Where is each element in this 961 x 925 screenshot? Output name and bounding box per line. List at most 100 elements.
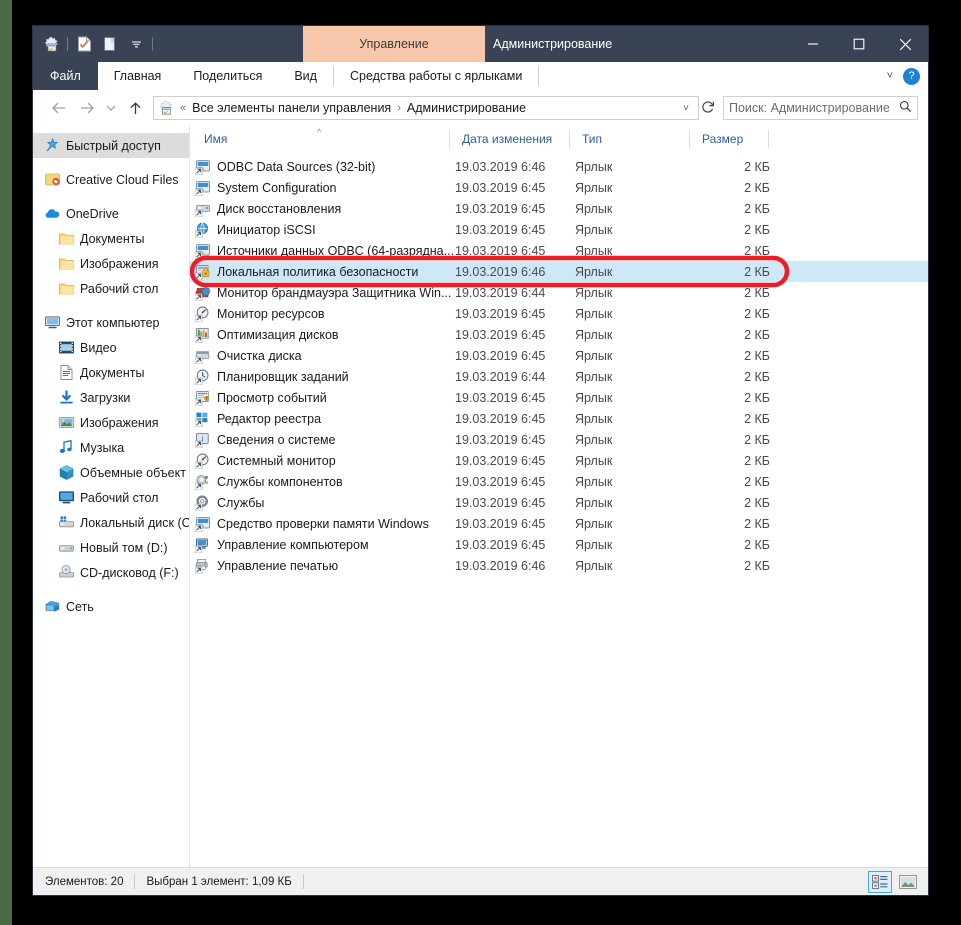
file-name-label: Управление компьютером (217, 538, 369, 552)
tab-file[interactable]: Файл (33, 62, 98, 90)
sidebar-item-10[interactable]: Изображения (33, 410, 189, 435)
breadcrumb-root-icon[interactable] (158, 100, 174, 116)
close-button[interactable] (882, 26, 928, 62)
help-icon[interactable]: ? (903, 68, 920, 85)
table-row[interactable]: Монитор брандмауэра Защитника Win...19.0… (190, 282, 928, 303)
sidebar-item-0[interactable]: Быстрый доступ (33, 133, 189, 158)
sidebar-item-8[interactable]: Документы (33, 360, 189, 385)
table-row[interactable]: iСведения о системе19.03.2019 6:45Ярлык2… (190, 429, 928, 450)
table-row[interactable]: Очистка диска19.03.2019 6:45Ярлык2 КБ (190, 345, 928, 366)
recent-locations-button[interactable] (101, 94, 121, 122)
sidebar-item-15[interactable]: Новый том (D:) (33, 535, 189, 560)
maximize-button[interactable] (836, 26, 882, 62)
sidebar-item-label: CD-дисковод (F:) (80, 566, 179, 580)
table-row[interactable]: Управление компьютером19.03.2019 6:45Ярл… (190, 534, 928, 555)
table-row[interactable]: ODBC Data Sources (32-bit)19.03.2019 6:4… (190, 156, 928, 177)
view-mode-buttons (868, 871, 920, 893)
file-size-cell: 2 КБ (695, 286, 770, 300)
sidebar-item-5[interactable]: Рабочий стол (33, 276, 189, 301)
desktop-icon (57, 489, 75, 507)
sidebar-item-13[interactable]: Рабочий стол (33, 485, 189, 510)
file-name-cell: Системный монитор (195, 453, 336, 469)
table-row[interactable]: Службы компонентов19.03.2019 6:45Ярлык2 … (190, 471, 928, 492)
new-folder-icon[interactable] (97, 26, 123, 62)
tab-home[interactable]: Главная (98, 62, 178, 90)
sidebar-item-11[interactable]: Музыка (33, 435, 189, 460)
column-header-date[interactable]: Дата изменения (455, 126, 552, 152)
sidebar-item-1[interactable]: Creative Cloud Files (33, 167, 189, 192)
table-row[interactable]: Средство проверки памяти Windows19.03.20… (190, 513, 928, 534)
file-size-cell: 2 КБ (695, 475, 770, 489)
sidebar-item-14[interactable]: Локальный диск (С (33, 510, 189, 535)
folder-icon (57, 230, 75, 248)
forward-button[interactable] (73, 94, 101, 122)
table-row[interactable]: Системный монитор19.03.2019 6:45Ярлык2 К… (190, 450, 928, 471)
table-row[interactable]: Источники данных ODBC (64-разрядна...19.… (190, 240, 928, 261)
table-row[interactable]: Службы19.03.2019 6:45Ярлык2 КБ (190, 492, 928, 513)
file-name-cell: Редактор реестра (195, 411, 321, 427)
address-bar[interactable]: « Все элементы панели управления › Админ… (153, 96, 699, 120)
sidebar-item-6[interactable]: Этот компьютер (33, 310, 189, 335)
file-type-cell: Ярлык (575, 433, 612, 447)
contextual-tab-header[interactable]: Управление (303, 26, 485, 62)
search-icon[interactable] (899, 100, 912, 116)
column-header-type[interactable]: Тип (575, 126, 602, 152)
sidebar-item-4[interactable]: Изображения (33, 251, 189, 276)
table-row[interactable]: Локальная политика безопасности19.03.201… (190, 261, 928, 282)
table-row[interactable]: Просмотр событий19.03.2019 6:45Ярлык2 КБ (190, 387, 928, 408)
file-name-cell: Управление печатью (195, 558, 338, 574)
table-row[interactable]: System Configuration19.03.2019 6:45Ярлык… (190, 177, 928, 198)
table-row[interactable]: Редактор реестра19.03.2019 6:45Ярлык2 КБ (190, 408, 928, 429)
sidebar-item-12[interactable]: Объемные объект (33, 460, 189, 485)
table-row[interactable]: Диск восстановления19.03.2019 6:45Ярлык2… (190, 198, 928, 219)
sidebar-item-3[interactable]: Документы (33, 226, 189, 251)
sidebar-item-label: Изображения (80, 416, 159, 430)
large-icons-view-button[interactable] (896, 871, 920, 893)
nav-group-gap (33, 301, 189, 310)
sidebar-item-2[interactable]: OneDrive (33, 201, 189, 226)
file-name-cell: Очистка диска (195, 348, 302, 364)
breadcrumb-item-current[interactable]: Администрирование (407, 101, 526, 115)
search-input[interactable]: Поиск: Администрирование (723, 96, 918, 120)
customize-qat-icon[interactable] (123, 26, 149, 62)
file-size-cell: 2 КБ (695, 412, 770, 426)
table-row[interactable]: Оптимизация дисков19.03.2019 6:45Ярлык2 … (190, 324, 928, 345)
table-row[interactable]: Монитор ресурсов19.03.2019 6:45Ярлык2 КБ (190, 303, 928, 324)
back-button[interactable] (45, 94, 73, 122)
table-row[interactable]: Управление печатью19.03.2019 6:46Ярлык2 … (190, 555, 928, 576)
sidebar-item-17[interactable]: Сеть (33, 594, 189, 619)
up-button[interactable] (121, 94, 149, 122)
refresh-icon[interactable] (699, 100, 717, 117)
breadcrumb-item-control-panel[interactable]: Все элементы панели управления (192, 101, 391, 115)
print-management-icon (195, 558, 211, 574)
details-view-button[interactable] (868, 871, 892, 893)
tab-share[interactable]: Поделиться (177, 62, 278, 90)
tab-shortcut-tools[interactable]: Средства работы с ярлыками (334, 62, 538, 90)
table-row[interactable]: Планировщик заданий19.03.2019 6:44Ярлык2… (190, 366, 928, 387)
file-name-cell: Службы (195, 495, 264, 511)
address-dropdown-icon[interactable]: ˅ (678, 103, 694, 114)
tab-view[interactable]: Вид (278, 62, 333, 90)
navigation-pane[interactable]: Быстрый доступ Creative Cloud Files OneDri… (33, 126, 190, 867)
minimize-button[interactable] (790, 26, 836, 62)
column-divider-3[interactable] (689, 130, 690, 148)
breadcrumb-overflow[interactable]: « (179, 102, 187, 114)
sidebar-item-16[interactable]: CD-дисковод (F:) (33, 560, 189, 585)
sidebar-item-label: OneDrive (66, 207, 119, 221)
admin-tools-icon[interactable] (38, 26, 64, 62)
column-divider-2[interactable] (569, 130, 570, 148)
column-divider-4[interactable] (768, 130, 769, 148)
file-date-cell: 19.03.2019 6:45 (455, 517, 545, 531)
properties-icon[interactable] (71, 26, 97, 62)
file-name-cell: Диск восстановления (195, 201, 341, 217)
table-row[interactable]: Инициатор iSCSI19.03.2019 6:45Ярлык2 КБ (190, 219, 928, 240)
chevron-down-icon[interactable]: ˅ (887, 70, 893, 82)
file-type-cell: Ярлык (575, 412, 612, 426)
file-rows-container[interactable]: ODBC Data Sources (32-bit)19.03.2019 6:4… (190, 152, 928, 867)
breadcrumb-separator-icon[interactable]: › (396, 102, 402, 114)
column-header-size[interactable]: Размер (695, 126, 743, 152)
column-header-name[interactable]: Имя (197, 126, 227, 152)
sidebar-item-9[interactable]: Загрузки (33, 385, 189, 410)
sidebar-item-7[interactable]: Видео (33, 335, 189, 360)
column-divider-1[interactable] (449, 130, 450, 148)
